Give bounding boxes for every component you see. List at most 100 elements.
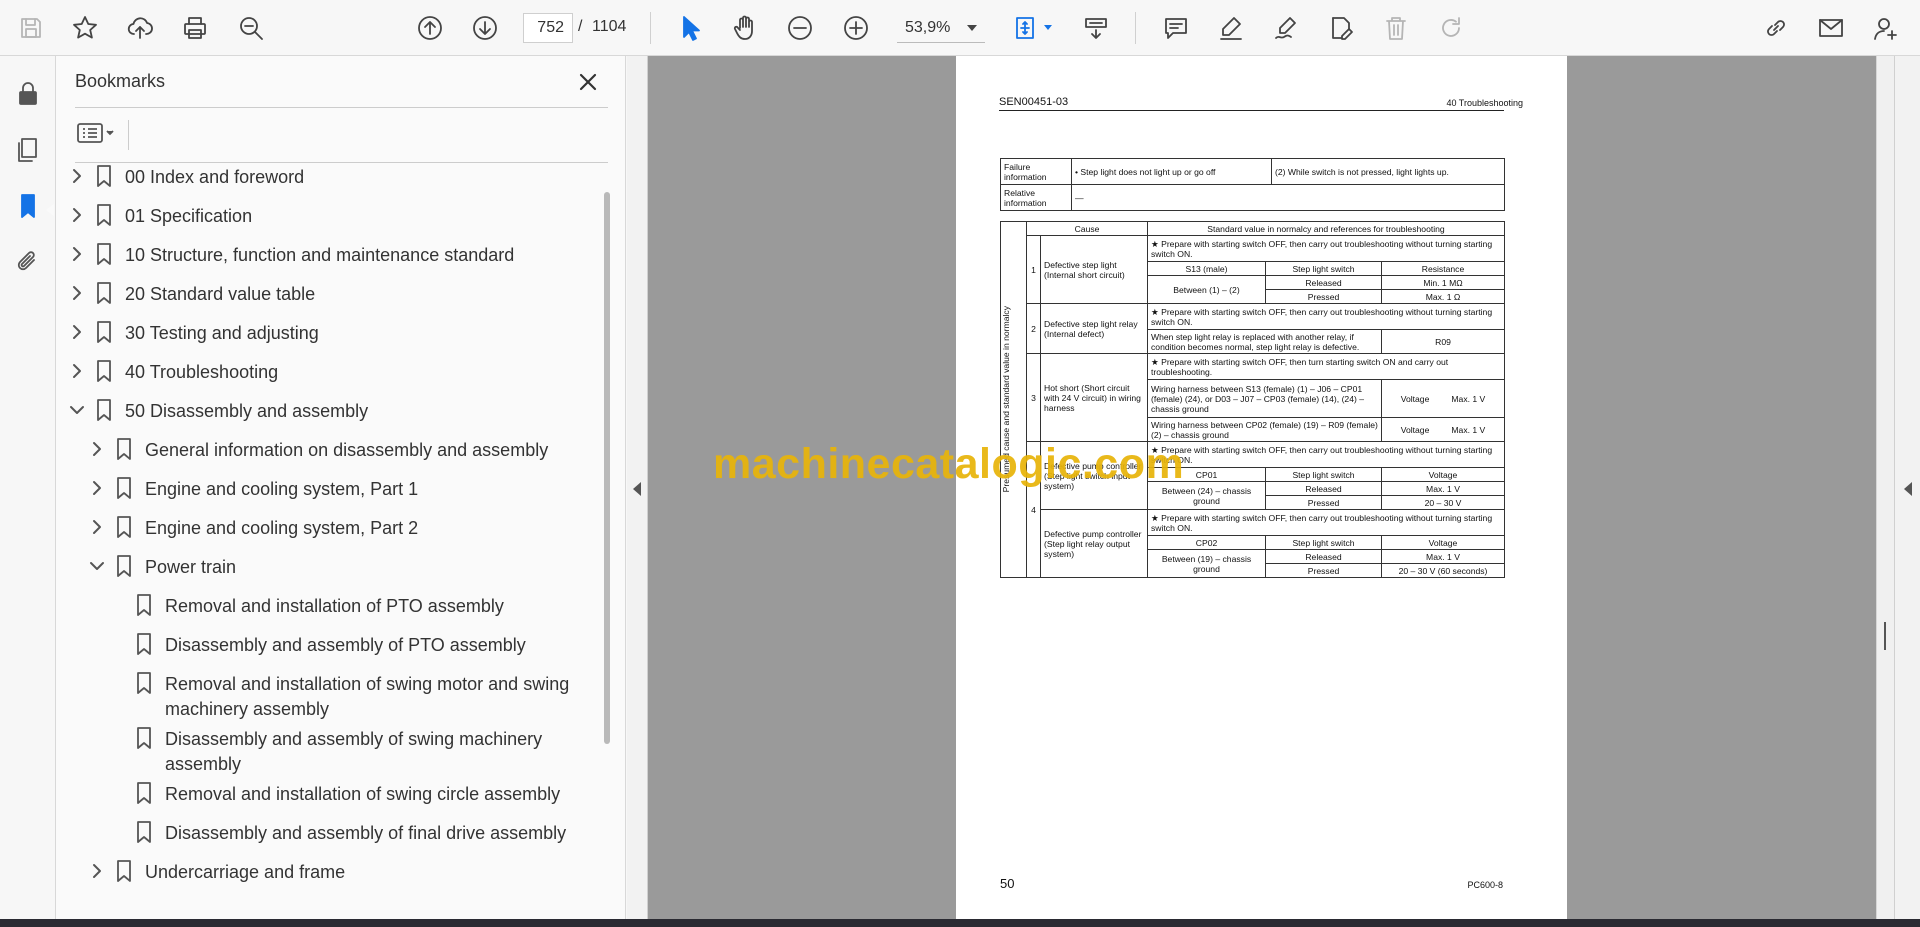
page-number-input[interactable]: 752 [523,13,573,43]
bookmark-label-line: 30 Testing and adjusting [125,323,319,343]
bookmark-item[interactable]: Removal and installation of PTO assembly [56,587,596,623]
chevron-right-icon[interactable] [88,479,106,497]
fit-page-icon[interactable] [1008,10,1044,46]
prep-note: ★ Prepare with starting switch OFF, then… [1147,509,1505,536]
chevron-right-icon[interactable] [88,862,106,880]
share-link-icon[interactable] [1758,10,1794,46]
page-number: 50 [1000,876,1015,891]
scroll-mode-icon[interactable] [1078,10,1114,46]
highlight-icon[interactable] [1213,10,1249,46]
cell-text: Voltage [1400,393,1430,404]
bookmark-item[interactable]: Disassembly and assembly of PTO assembly [56,626,596,662]
close-icon[interactable] [574,68,602,96]
bookmark-label: 10 Structure, function and maintenance s… [125,243,514,268]
document-scrollbar[interactable] [1876,56,1894,919]
bookmark-icon [134,632,154,656]
chevron-right-icon[interactable] [88,440,106,458]
cell: Step light switch [1265,535,1382,550]
arrow-down-icon[interactable] [467,10,503,46]
bookmark-item[interactable]: Disassembly and assembly of final drive … [56,814,596,850]
chevron-right-icon[interactable] [68,245,86,263]
cell: Step light switch [1265,261,1382,276]
chevron-right-icon[interactable] [68,167,86,185]
bookmark-item[interactable]: Engine and cooling system, Part 1 [56,470,596,506]
hand-icon[interactable] [727,10,763,46]
print-icon[interactable] [177,10,213,46]
scrollbar-thumb[interactable] [1884,622,1886,650]
mail-icon[interactable] [1813,10,1849,46]
bookmark-label-line: assembly [165,754,242,774]
total-pages: 1104 [592,18,627,35]
bookmark-item[interactable]: Power train [56,548,596,584]
chevron-right-icon[interactable] [68,362,86,380]
pages-icon[interactable] [10,132,46,168]
bookmark-label: Disassembly and assembly of final drive … [165,821,566,846]
upload-icon[interactable] [122,10,158,46]
star-icon[interactable] [67,10,103,46]
save-icon[interactable] [13,10,49,46]
comment-icon[interactable] [1158,10,1194,46]
bookmark-item[interactable]: Removal and installation of swing circle… [56,775,596,811]
zoom-level-select[interactable]: 53,9% [897,13,985,43]
bookmark-item[interactable]: 00 Index and foreword [56,158,596,194]
cause-number: 3 [1026,353,1041,442]
chevron-right-icon[interactable] [88,518,106,536]
cell: 20 – 30 V [1381,495,1505,510]
bookmark-label: General information on disassembly and a… [145,438,548,463]
chevron-down-icon [967,25,977,31]
bookmark-label-line: 01 Specification [125,206,253,226]
bookmark-label: Engine and cooling system, Part 2 [145,516,418,541]
bookmark-item[interactable]: Engine and cooling system, Part 2 [56,509,596,545]
trash-icon[interactable] [1378,10,1414,46]
bookmark-item[interactable]: Undercarriage and frame [56,853,596,889]
arrow-up-icon[interactable] [412,10,448,46]
chevron-down-icon[interactable] [88,557,106,575]
attachment-icon[interactable] [10,244,46,280]
zoom-search-icon[interactable] [233,10,269,46]
chevron-right-icon[interactable] [68,206,86,224]
bookmark-item[interactable]: General information on disassembly and a… [56,431,596,467]
zoom-in-icon[interactable] [838,10,874,46]
select-cursor-icon[interactable] [672,10,708,46]
cell: Voltage [1381,467,1505,482]
bookmarks-scrollbar[interactable] [604,192,610,744]
collapse-left-panel-button[interactable] [627,56,648,919]
bookmark-icon [94,164,114,188]
chevron-right-icon[interactable] [68,323,86,341]
bookmark-panel-icon[interactable] [10,188,46,224]
bookmark-label: 00 Index and foreword [125,165,304,190]
cell-text: Max. 1 V [1451,424,1486,435]
bookmark-item[interactable]: 20 Standard value table [56,275,596,311]
expand-right-panel-button[interactable] [1894,56,1920,919]
failure-text: • Step light does not light up or go off [1071,158,1272,185]
sign-icon[interactable] [1268,10,1304,46]
bookmark-item[interactable]: 50 Disassembly and assembly [56,392,596,428]
chevron-down-icon[interactable] [68,401,86,419]
account-icon[interactable] [1868,10,1904,46]
bookmark-item[interactable]: Removal and installation of swing motor … [56,665,596,719]
bookmark-options-button[interactable] [75,118,135,148]
edit-icon[interactable] [1323,10,1359,46]
bookmark-item[interactable]: 30 Testing and adjusting [56,314,596,350]
chevron-right-icon[interactable] [68,284,86,302]
bookmark-item[interactable]: 40 Troubleshooting [56,353,596,389]
bookmark-item[interactable]: 10 Structure, function and maintenance s… [56,236,596,272]
cell: Between (19) – chassis ground [1147,549,1266,578]
cell: Max. 1 Ω [1381,289,1505,304]
redo-icon[interactable] [1433,10,1469,46]
taskbar-strip [0,919,1920,927]
cause-text: Defective step light (Internal short cir… [1040,235,1148,304]
list-options-icon [77,123,114,143]
bookmark-item[interactable]: Disassembly and assembly of swing machin… [56,720,596,774]
bookmark-label-line: 40 Troubleshooting [125,362,279,382]
cell: S13 (male) [1147,261,1266,276]
bookmark-label-line: 20 Standard value table [125,284,316,304]
chevron-down-icon[interactable] [1044,25,1052,30]
zoom-out-icon[interactable] [782,10,818,46]
toolbar-divider [1135,12,1136,44]
bookmark-label: Power train [145,555,236,580]
relative-text: — [1071,184,1505,211]
bookmark-icon [114,554,134,578]
lock-icon[interactable] [10,76,46,112]
bookmark-item[interactable]: 01 Specification [56,197,596,233]
